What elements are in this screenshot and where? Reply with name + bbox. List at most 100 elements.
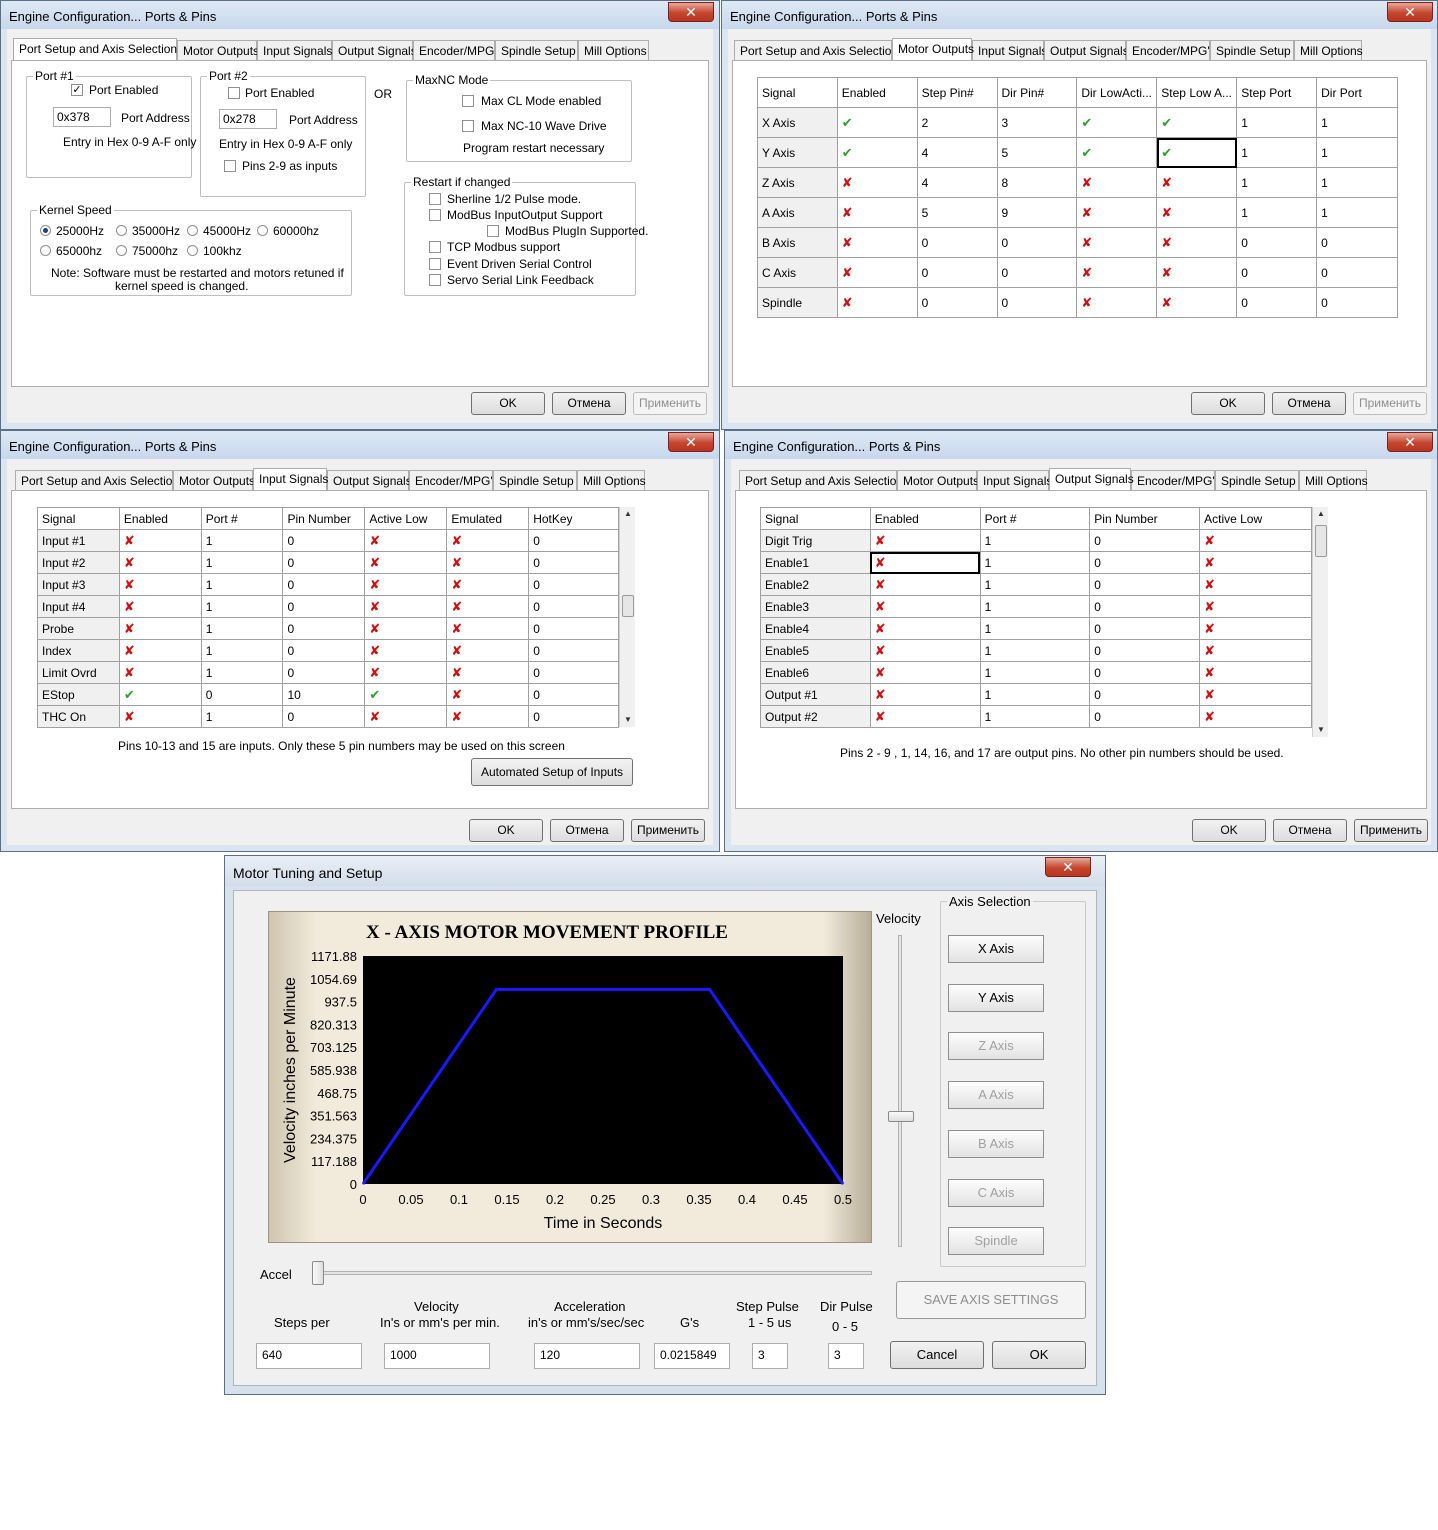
signal-name-cell[interactable]: Input #1 — [37, 529, 120, 552]
grid-cell[interactable]: 0 — [1089, 595, 1201, 618]
cancel-button[interactable]: Отмена — [550, 819, 624, 842]
tab-motor-outputs[interactable]: Motor Outputs — [177, 40, 259, 60]
axis-button-x-axis[interactable]: X Axis — [948, 935, 1044, 963]
servo-serial-checkbox[interactable] — [429, 274, 441, 286]
grid-cell[interactable]: n✘ — [869, 639, 981, 662]
grid-cell[interactable]: n✘ — [869, 551, 981, 574]
signal-name-cell[interactable]: Digit Trig — [760, 529, 871, 552]
accel-slider-track[interactable] — [316, 1271, 872, 1275]
grid-cell[interactable]: n✘ — [836, 197, 918, 228]
grid-cell[interactable]: 0 — [282, 573, 366, 596]
max-nc10-checkbox[interactable] — [462, 120, 474, 132]
tab-motor-outputs[interactable]: Motor Outputs — [892, 38, 974, 60]
grid-cell[interactable]: 0 — [916, 257, 998, 288]
axis-button-y-axis[interactable]: Y Axis — [948, 983, 1044, 1012]
grid-cell[interactable]: n✘ — [446, 529, 530, 552]
grid-cell[interactable]: 0 — [1316, 287, 1398, 318]
grid-cell[interactable]: 0 — [916, 287, 998, 318]
grid-cell[interactable]: 1 — [979, 529, 1091, 552]
close-button[interactable]: ✕ — [1387, 432, 1433, 452]
output-grid-scrollbar[interactable]: ▲ ▼ — [1312, 507, 1328, 737]
column-header[interactable]: Port # — [979, 507, 1091, 530]
axis-button-spindle[interactable]: Spindle — [948, 1227, 1044, 1256]
modbus-plugin-checkbox[interactable] — [487, 225, 499, 237]
grid-cell[interactable]: 0 — [528, 683, 619, 706]
signal-name-cell[interactable]: A Axis — [757, 197, 838, 228]
grid-cell[interactable]: n✘ — [1199, 573, 1312, 596]
tab-mill-options[interactable]: Mill Options — [578, 40, 649, 60]
grid-cell[interactable]: 0 — [1089, 551, 1201, 574]
grid-cell[interactable]: n✘ — [446, 683, 530, 706]
grid-cell[interactable]: n✘ — [364, 617, 448, 640]
grid-cell[interactable]: 0 — [282, 639, 366, 662]
signal-name-cell[interactable]: Y Axis — [757, 137, 838, 168]
grid-cell[interactable]: n✘ — [1199, 551, 1312, 574]
tab-output-signals[interactable]: Output Signals — [332, 40, 417, 60]
ok-button[interactable]: OK — [992, 1341, 1086, 1369]
grid-cell[interactable]: 0 — [1089, 683, 1201, 706]
grid-cell[interactable]: 0 — [282, 529, 366, 552]
velocity-input[interactable]: 1000 — [384, 1343, 490, 1369]
grid-cell[interactable]: 0 — [996, 287, 1078, 318]
grid-cell[interactable]: 1 — [200, 705, 284, 728]
grid-cell[interactable]: 0 — [1089, 573, 1201, 596]
grid-cell[interactable]: 4 — [916, 167, 998, 198]
grid-cell[interactable]: 0 — [1089, 617, 1201, 640]
grid-cell[interactable]: 0 — [200, 683, 284, 706]
grid-cell[interactable]: n✘ — [446, 551, 530, 574]
kernel-45000-radio[interactable] — [187, 225, 198, 236]
grid-cell[interactable]: n✘ — [446, 639, 530, 662]
signal-name-cell[interactable]: Input #2 — [37, 551, 120, 574]
column-header[interactable]: Signal — [37, 507, 120, 530]
grid-cell[interactable]: 1 — [200, 661, 284, 684]
accel-slider-thumb[interactable] — [312, 1261, 324, 1285]
save-axis-settings-button[interactable]: SAVE AXIS SETTINGS — [896, 1281, 1086, 1319]
grid-cell[interactable]: n✘ — [836, 227, 918, 258]
signal-name-cell[interactable]: Input #3 — [37, 573, 120, 596]
grid-cell[interactable]: y✔ — [1156, 137, 1238, 168]
signal-name-cell[interactable]: Input #4 — [37, 595, 120, 618]
grid-cell[interactable]: n✘ — [869, 705, 981, 728]
grid-cell[interactable]: 3 — [996, 107, 1078, 138]
grid-cell[interactable]: 1 — [1316, 107, 1398, 138]
signal-name-cell[interactable]: Enable6 — [760, 661, 871, 684]
column-header[interactable]: Step Pin# — [916, 77, 998, 108]
grid-cell[interactable]: 2 — [916, 107, 998, 138]
grid-cell[interactable]: n✘ — [869, 661, 981, 684]
tab-port-setup[interactable]: Port Setup and Axis Selection — [739, 470, 903, 490]
grid-cell[interactable]: n✘ — [869, 617, 981, 640]
kernel-65000-radio[interactable] — [40, 245, 51, 256]
grid-cell[interactable]: n✘ — [1156, 167, 1238, 198]
grid-cell[interactable]: 0 — [996, 227, 1078, 258]
tab-input-signals[interactable]: Input Signals — [972, 40, 1047, 60]
grid-cell[interactable]: 1 — [979, 683, 1091, 706]
tab-encoder-mpg[interactable]: Encoder/MPG's — [409, 470, 499, 490]
kernel-60000-radio[interactable] — [257, 225, 268, 236]
grid-cell[interactable]: n✘ — [1156, 197, 1238, 228]
scroll-up-icon[interactable]: ▲ — [620, 507, 636, 521]
axis-button-z-axis[interactable]: Z Axis — [948, 1032, 1044, 1061]
grid-cell[interactable]: 1 — [1236, 107, 1318, 138]
column-header[interactable]: Enabled — [118, 507, 202, 530]
grid-cell[interactable]: 1 — [979, 551, 1091, 574]
column-header[interactable]: Dir Pin# — [996, 77, 1078, 108]
grid-cell[interactable]: n✘ — [118, 529, 202, 552]
tab-port-setup[interactable]: Port Setup and Axis Selection — [13, 38, 177, 60]
grid-cell[interactable]: n✘ — [1199, 529, 1312, 552]
tab-motor-outputs[interactable]: Motor Outputs — [173, 470, 255, 490]
grid-cell[interactable]: n✘ — [118, 617, 202, 640]
grid-cell[interactable]: n✘ — [1199, 683, 1312, 706]
acceleration-input[interactable]: 120 — [534, 1343, 640, 1369]
grid-cell[interactable]: 0 — [528, 573, 619, 596]
steps-per-input[interactable]: 640 — [256, 1343, 362, 1369]
grid-cell[interactable]: 1 — [1316, 137, 1398, 168]
dir-pulse-input[interactable]: 3 — [828, 1343, 864, 1369]
grid-cell[interactable]: 1 — [979, 595, 1091, 618]
tab-spindle-setup[interactable]: Spindle Setup — [1215, 470, 1299, 490]
grid-cell[interactable]: n✘ — [364, 705, 448, 728]
grid-cell[interactable]: n✘ — [1199, 705, 1312, 728]
grid-cell[interactable]: 1 — [200, 595, 284, 618]
grid-cell[interactable]: 0 — [1316, 227, 1398, 258]
grid-cell[interactable]: 1 — [1236, 167, 1318, 198]
column-header[interactable]: Emulated — [446, 507, 530, 530]
